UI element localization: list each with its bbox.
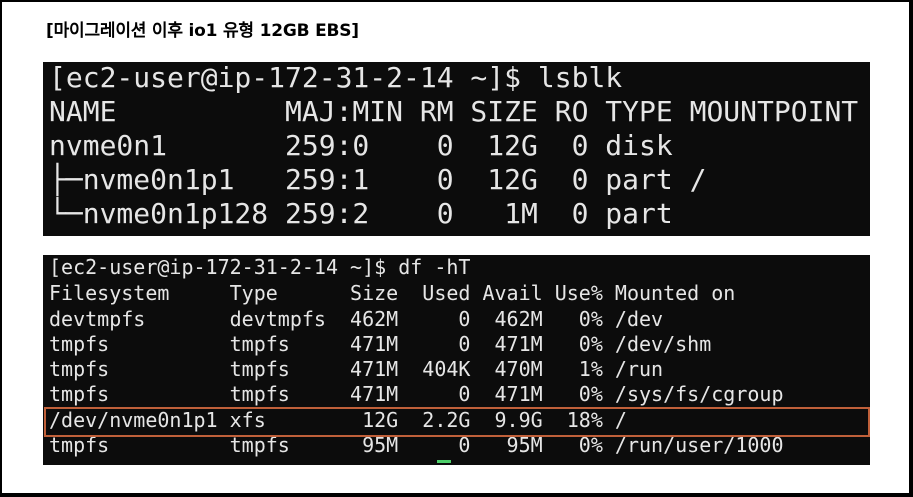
lsblk-header-row: NAME MAJ:MIN RM SIZE RO TYPE MOUNTPOINT [49, 95, 859, 128]
lsblk-row: ├─nvme0n1p1 259:1 0 12G 0 part / [49, 163, 707, 196]
df-header-row: Filesystem Type Size Used Avail Use% Mou… [49, 281, 736, 305]
df-row: tmpfs tmpfs 471M 0 471M 0% /sys/fs/cgrou… [49, 382, 784, 406]
df-row: devtmpfs devtmpfs 462M 0 462M 0% /dev [49, 307, 664, 331]
lsblk-row: └─nvme0n1p128 259:2 0 1M 0 part [49, 197, 673, 230]
terminal-lsblk[interactable]: [ec2-user@ip-172-31-2-14 ~]$ lsblk NAME … [43, 62, 870, 236]
df-row: tmpfs tmpfs 471M 404K 470M 1% /run [49, 357, 664, 381]
df-row: tmpfs tmpfs 471M 0 471M 0% /dev/shm [49, 332, 712, 356]
terminal-prompt-line: [ec2-user@ip-172-31-2-14 ~]$ df -hT [49, 255, 471, 279]
lsblk-row: nvme0n1 259:0 0 12G 0 disk [49, 129, 673, 162]
terminal-cursor [437, 460, 451, 463]
terminal-prompt-line: [ec2-user@ip-172-31-2-14 ~]$ lsblk [49, 62, 623, 94]
highlight-box [44, 407, 870, 437]
caption-title: [마이그레이션 이후 io1 유형 12GB EBS] [46, 21, 359, 41]
